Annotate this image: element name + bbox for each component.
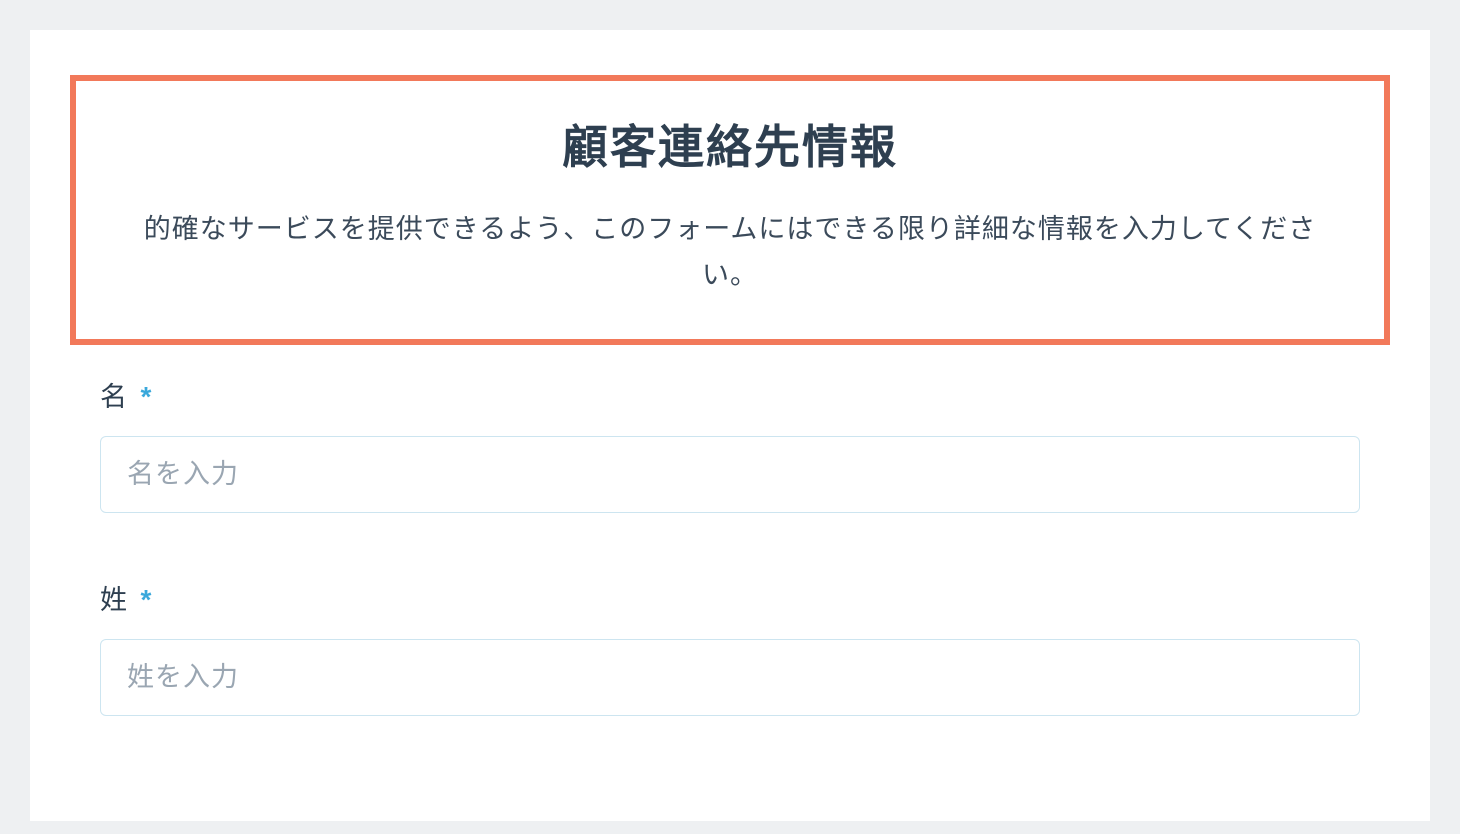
form-description: 的確なサービスを提供できるよう、このフォームにはできる限り詳細な情報を入力してく… <box>106 207 1354 299</box>
required-mark-icon: * <box>141 584 153 615</box>
form-header-box: 顧客連絡先情報 的確なサービスを提供できるよう、このフォームにはできる限り詳細な… <box>70 75 1390 345</box>
required-mark-icon: * <box>141 381 153 412</box>
form-card: 顧客連絡先情報 的確なサービスを提供できるよう、このフォームにはできる限り詳細な… <box>30 30 1430 821</box>
last-name-input[interactable] <box>100 639 1360 716</box>
first-name-label-text: 名 <box>100 382 128 412</box>
last-name-field-group: 姓 * <box>100 578 1360 716</box>
form-title: 顧客連絡先情報 <box>106 111 1354 177</box>
first-name-label: 名 * <box>100 375 1360 414</box>
first-name-input[interactable] <box>100 436 1360 513</box>
last-name-label-text: 姓 <box>100 585 128 615</box>
first-name-field-group: 名 * <box>100 375 1360 513</box>
last-name-label: 姓 * <box>100 578 1360 617</box>
form-fields-container: 名 * 姓 * <box>70 375 1390 716</box>
